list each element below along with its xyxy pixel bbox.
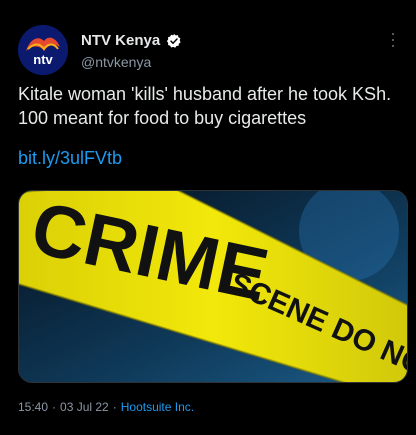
avatar[interactable]: ntv [18, 25, 68, 75]
avatar-text: ntv [33, 52, 53, 67]
ntv-logo-icon: ntv [18, 25, 68, 75]
tweet-media-image[interactable]: CRIME SCENE DO NOT CROSS [18, 190, 408, 383]
meta-separator: · [52, 400, 57, 414]
handle[interactable]: @ntvkenya [81, 54, 151, 70]
tweet-card[interactable]: ntv NTV Kenya @ntvkenya Kitale woman 'ki… [0, 0, 416, 435]
author-name-row: NTV Kenya [81, 32, 182, 49]
more-options-icon[interactable] [384, 30, 402, 50]
tweet-date[interactable]: 03 Jul 22 [60, 400, 109, 414]
tweet-text: Kitale woman 'kills' husband after he to… [18, 84, 392, 128]
crime-scene-tape-image: CRIME SCENE DO NOT CROSS [19, 191, 407, 382]
tweet-meta: 15:40 · 03 Jul 22 · Hootsuite Inc. [18, 400, 194, 414]
tweet-time[interactable]: 15:40 [18, 400, 48, 414]
meta-separator: · [112, 400, 117, 414]
tweet-source[interactable]: Hootsuite Inc. [121, 400, 194, 414]
display-name[interactable]: NTV Kenya [81, 32, 160, 49]
tweet-link[interactable]: bit.ly/3ulFVtb [18, 148, 122, 169]
verified-badge-icon [167, 33, 181, 48]
